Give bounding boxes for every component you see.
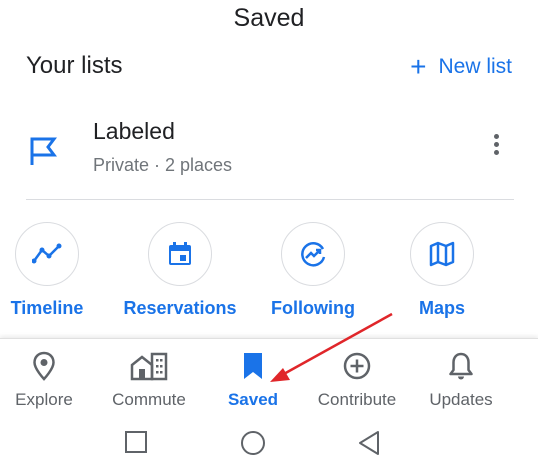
nav-updates[interactable]: Updates bbox=[406, 351, 516, 410]
your-lists-heading: Your lists bbox=[26, 52, 123, 79]
shortcut-maps[interactable]: Maps bbox=[377, 222, 507, 319]
nav-contribute[interactable]: Contribute bbox=[302, 351, 412, 410]
home-icon[interactable] bbox=[240, 430, 266, 456]
shortcut-timeline[interactable]: Timeline bbox=[0, 222, 112, 319]
nav-explore[interactable]: Explore bbox=[0, 351, 99, 410]
list-item-labeled[interactable]: Labeled Private · 2 places bbox=[0, 110, 538, 200]
shortcut-label: Timeline bbox=[10, 298, 84, 318]
shortcut-label: Reservations bbox=[123, 298, 237, 318]
bell-icon bbox=[449, 352, 473, 380]
shortcut-reservations[interactable]: Reservations bbox=[115, 222, 245, 319]
timeline-icon bbox=[15, 222, 79, 286]
nav-label: Contribute bbox=[317, 390, 397, 409]
more-options-icon[interactable] bbox=[492, 132, 500, 158]
system-navigation-bar bbox=[0, 420, 538, 463]
new-list-label: New list bbox=[438, 55, 512, 78]
divider bbox=[26, 199, 514, 200]
shortcut-label: Following bbox=[271, 298, 355, 318]
back-icon[interactable] bbox=[357, 430, 381, 456]
location-pin-icon bbox=[33, 351, 55, 381]
list-name: Labeled bbox=[93, 118, 175, 144]
nav-label: Saved bbox=[227, 390, 279, 409]
page-title: Saved bbox=[233, 4, 305, 32]
following-icon bbox=[281, 222, 345, 286]
nav-label: Updates bbox=[429, 390, 493, 409]
shortcut-following[interactable]: Following bbox=[248, 222, 378, 319]
recent-apps-icon[interactable] bbox=[124, 430, 148, 454]
calendar-icon bbox=[148, 222, 212, 286]
nav-label: Explore bbox=[15, 390, 73, 409]
commute-icon bbox=[130, 352, 168, 381]
nav-commute[interactable]: Commute bbox=[94, 351, 204, 410]
bookmark-icon bbox=[244, 353, 262, 379]
map-icon bbox=[410, 222, 474, 286]
new-list-button[interactable]: + New list bbox=[410, 51, 512, 82]
plus-icon: + bbox=[410, 51, 427, 82]
nav-label: Commute bbox=[112, 390, 186, 409]
flag-icon bbox=[30, 137, 57, 165]
add-circle-icon bbox=[343, 352, 371, 380]
list-meta: Private · 2 places bbox=[93, 155, 233, 175]
bottom-navigation: Explore Commute Saved Contribute Updates bbox=[0, 338, 538, 421]
shortcut-label: Maps bbox=[418, 298, 465, 318]
nav-saved[interactable]: Saved bbox=[198, 351, 308, 410]
